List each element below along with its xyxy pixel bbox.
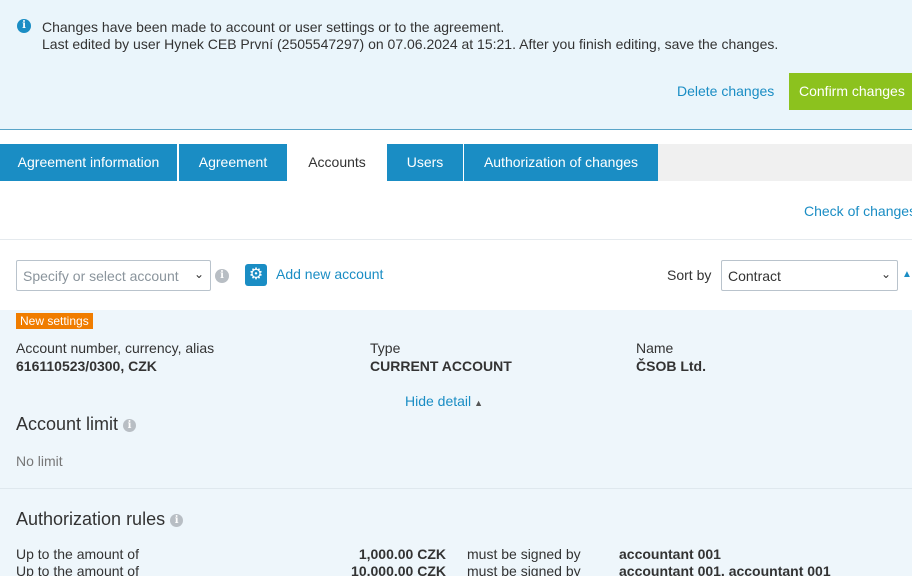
main-tabs: Agreement information Agreement Accounts… bbox=[0, 144, 912, 181]
account-name-label: Name bbox=[636, 340, 674, 356]
rule-prefix: Up to the amount of bbox=[16, 546, 139, 562]
gear-icon[interactable]: ⚙ bbox=[245, 264, 267, 286]
chevron-down-icon: ⌄ bbox=[880, 267, 891, 281]
hide-detail-link[interactable]: Hide detail ▲ bbox=[405, 393, 483, 409]
authorization-rules-title: Authorization rules bbox=[16, 509, 166, 529]
change-notice-banner: i Changes have been made to account or u… bbox=[0, 0, 912, 130]
hide-detail-label: Hide detail bbox=[405, 393, 472, 409]
rule-prefix: Up to the amount of bbox=[16, 563, 139, 576]
tab-authorization-of-changes[interactable]: Authorization of changes bbox=[464, 144, 658, 181]
new-settings-badge: New settings bbox=[16, 313, 93, 329]
add-new-account-link[interactable]: Add new account bbox=[276, 266, 383, 282]
sort-select-value: Contract bbox=[728, 268, 781, 284]
account-type-value: CURRENT ACCOUNT bbox=[370, 358, 512, 374]
rule-amount: 1,000.00 CZK bbox=[358, 546, 446, 562]
rule-signers: accountant 001, accountant 001 bbox=[619, 563, 831, 576]
chevron-up-icon: ▲ bbox=[474, 398, 484, 408]
rule-amount: 10,000.00 CZK bbox=[351, 563, 446, 576]
account-select-placeholder: Specify or select account bbox=[23, 268, 179, 284]
account-limit-title: Account limit bbox=[16, 414, 119, 434]
section-divider bbox=[0, 488, 912, 489]
info-icon: i bbox=[17, 19, 31, 33]
chevron-down-icon: ⌄ bbox=[193, 267, 204, 281]
confirm-changes-button[interactable]: Confirm changes bbox=[789, 73, 912, 110]
tabs-filler bbox=[658, 144, 912, 181]
account-select[interactable]: Specify or select account ⌄ bbox=[16, 260, 211, 291]
account-number-label: Account number, currency, alias bbox=[16, 340, 215, 356]
check-changes-row: Check of changes bbox=[0, 181, 912, 240]
account-type-label: Type bbox=[370, 340, 401, 356]
help-icon[interactable]: i bbox=[123, 419, 137, 432]
rule-signers: accountant 001 bbox=[619, 546, 721, 562]
notice-message: Changes have been made to account or use… bbox=[42, 19, 505, 35]
rule-verb: must be signed by bbox=[467, 546, 581, 562]
check-of-changes-link[interactable]: Check of changes bbox=[804, 203, 912, 219]
help-icon[interactable]: i bbox=[170, 514, 184, 527]
rule-verb: must be signed by bbox=[467, 563, 581, 576]
authorization-rule-row: Up to the amount of 1,000.00 CZK must be… bbox=[0, 546, 912, 562]
account-detail-panel: New settings Account number, currency, a… bbox=[0, 310, 912, 576]
sort-ascending-icon[interactable]: ▲ bbox=[902, 269, 912, 280]
account-limit-value: No limit bbox=[16, 453, 63, 469]
sort-select[interactable]: Contract ⌄ bbox=[721, 260, 898, 291]
account-filter-row: Specify or select account ⌄ i ⚙ Add new … bbox=[0, 240, 912, 310]
account-number-value: 616110523/0300, CZK bbox=[16, 358, 157, 374]
authorization-rule-row: Up to the amount of 10,000.00 CZK must b… bbox=[0, 563, 912, 576]
delete-changes-link[interactable]: Delete changes bbox=[677, 83, 774, 99]
tab-agreement[interactable]: Agreement bbox=[179, 144, 287, 181]
tab-users[interactable]: Users bbox=[387, 144, 463, 181]
authorization-rules-heading: Authorization rules i bbox=[16, 509, 184, 530]
help-icon[interactable]: i bbox=[215, 269, 229, 283]
sort-by-label: Sort by bbox=[667, 267, 712, 283]
notice-last-edited: Last edited by user Hynek CEB První (250… bbox=[42, 36, 779, 52]
account-limit-heading: Account limit i bbox=[16, 414, 137, 435]
tab-accounts[interactable]: Accounts bbox=[287, 144, 387, 181]
tab-agreement-information[interactable]: Agreement information bbox=[0, 144, 177, 181]
account-name-value: ČSOB Ltd. bbox=[636, 358, 706, 374]
